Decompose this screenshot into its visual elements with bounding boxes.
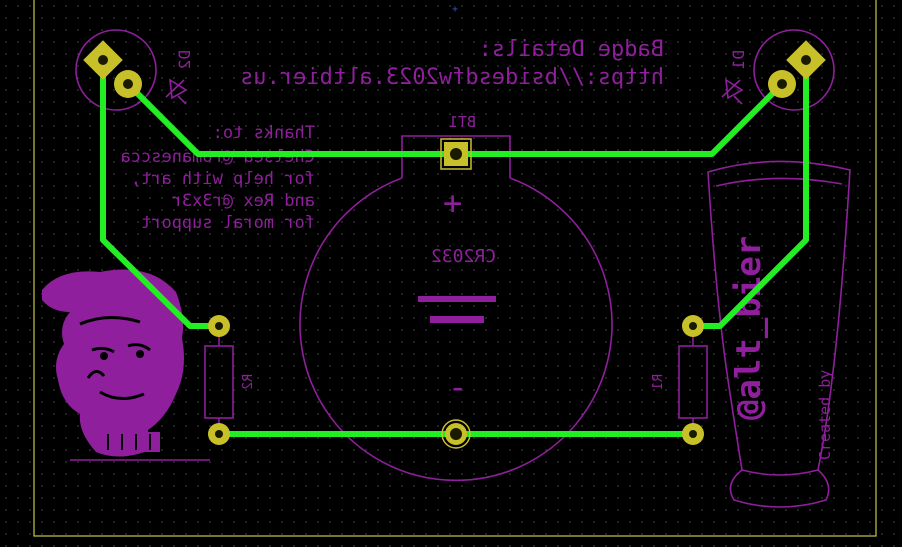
battery-symbol-long: [418, 296, 496, 302]
thanks-line-5: for moral support: [141, 213, 315, 233]
badge-title: Badge Details:: [479, 37, 664, 62]
pad-r2-bottom: [208, 423, 230, 445]
battery-minus-label: -: [448, 368, 467, 406]
thanks-line-1: Thanks to:: [213, 123, 315, 143]
r1-label: R1: [651, 374, 666, 390]
battery-symbol-short: [430, 316, 484, 323]
battery-type-label: CR2032: [431, 246, 496, 267]
origin-marker: +: [452, 4, 458, 15]
pad-bt1-negative: [441, 419, 471, 449]
badge-url: https://bsidesdfw2023.altbier.us: [240, 65, 664, 90]
pad-r1-top: [682, 315, 704, 337]
bt1-label: BT1: [449, 113, 476, 131]
d2-label: D2: [175, 50, 194, 69]
pad-d2-round: [114, 70, 142, 98]
pcb-canvas: + Badge Details: https://bsidesdfw2023.a…: [0, 0, 902, 547]
pad-r2-top: [208, 315, 230, 337]
pad-r1-bottom: [682, 423, 704, 445]
pad-d1-round: [768, 70, 796, 98]
thanks-line-3: for help with art,: [131, 169, 315, 189]
d1-label: D1: [729, 50, 748, 69]
battery-plus-label: +: [443, 184, 462, 222]
glass-brand-text: @alt_bier: [729, 236, 769, 420]
thanks-line-4: and Rex @r3x3r: [172, 191, 315, 211]
pad-bt1-positive: [440, 138, 472, 170]
r2-label: R2: [241, 374, 256, 390]
glass-created-by-text: Created by: [816, 370, 834, 460]
